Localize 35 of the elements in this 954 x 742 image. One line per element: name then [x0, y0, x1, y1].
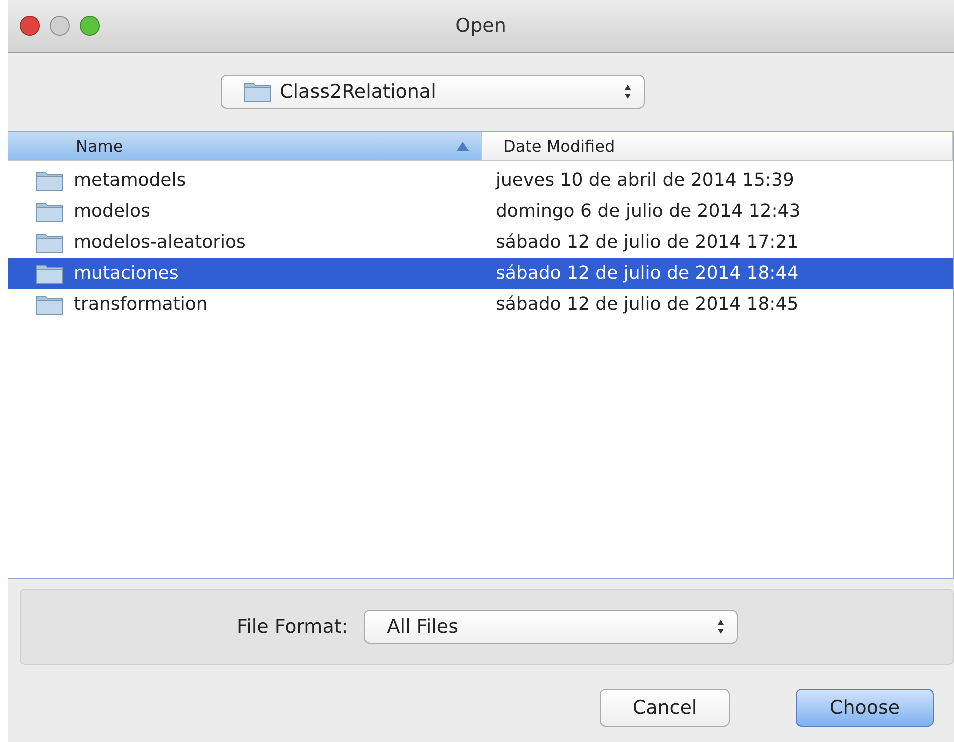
window-title: Open: [456, 15, 506, 37]
folder-icon: [36, 200, 64, 222]
folder-icon: [36, 232, 64, 254]
folder-icon: [36, 294, 64, 316]
folder-icon: [36, 262, 64, 284]
file-row[interactable]: mutaciones sábado 12 de julio de 2014 18:44: [8, 258, 953, 289]
choose-button[interactable]: Choose: [796, 689, 934, 727]
date-modified: sábado 12 de julio de 2014 18:44: [496, 263, 799, 284]
file-row[interactable]: metamodels jueves 10 de abril de 2014 15:39: [8, 165, 953, 196]
file-name: modelos-aleatorios: [74, 232, 246, 253]
file-name: transformation: [74, 294, 208, 315]
date-modified: sábado 12 de julio de 2014 18:45: [496, 294, 799, 315]
file-name: modelos: [74, 201, 150, 222]
file-format-label: File Format:: [237, 616, 348, 638]
file-row[interactable]: modelos-aleatorios sábado 12 de julio de 2014 17:21: [8, 227, 953, 258]
zoom-button[interactable]: [80, 16, 100, 36]
file-row[interactable]: transformation sábado 12 de julio de 2014 18:45: [8, 289, 953, 320]
stepper-arrows-icon: [717, 619, 726, 635]
date-modified: jueves 10 de abril de 2014 15:39: [496, 170, 794, 191]
cancel-button[interactable]: Cancel: [600, 689, 730, 727]
stepper-arrows-icon: [624, 84, 632, 100]
file-name: metamodels: [74, 170, 186, 191]
minimize-button[interactable]: [50, 16, 70, 36]
sort-arrow-icon: [456, 142, 469, 150]
location-popup[interactable]: Class2Relational: [221, 75, 645, 109]
file-format-select[interactable]: All Files: [364, 610, 738, 644]
folder-icon: [244, 81, 272, 103]
close-button[interactable]: [20, 16, 40, 36]
folder-icon: [36, 170, 64, 192]
file-name: mutaciones: [74, 263, 179, 284]
column-header[interactable]: Name: [8, 132, 482, 160]
date-modified: domingo 6 de julio de 2014 12:43: [496, 201, 801, 222]
column-header[interactable]: Date Modified: [482, 132, 953, 160]
file-row[interactable]: modelos domingo 6 de julio de 2014 12:43: [8, 196, 953, 227]
date-modified: sábado 12 de julio de 2014 17:21: [496, 232, 799, 253]
